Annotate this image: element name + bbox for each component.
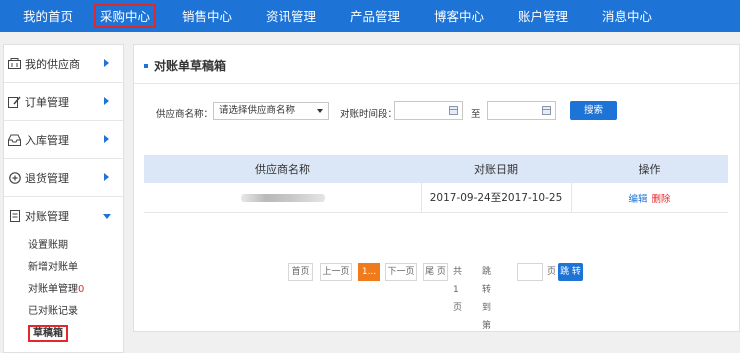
calendar-icon[interactable] [449,106,458,115]
page-number-input[interactable] [517,263,543,281]
sidebar-group-returns[interactable]: 退货管理 [4,159,123,197]
actions-cell: 编辑 删除 [571,183,728,212]
total-pages: 共1页 [453,267,463,313]
table-header: 供应商名称 对账日期 操作 [144,155,728,183]
nav-item-blog[interactable]: 博客中心 [428,4,490,28]
redacted-supplier-name [240,193,325,202]
date-range-cell: 2017-09-24至2017-10-25 [429,192,563,204]
nav-item-purchasing[interactable]: 采购中心 [94,4,156,28]
document-icon [8,210,21,222]
nav-item-sales[interactable]: 销售中心 [176,4,238,28]
sidebar-group-label: 对账管理 [25,210,69,223]
sidebar-item-set-period[interactable]: 设置账期 [4,235,123,257]
column-header-date: 对账日期 [474,163,518,176]
edit-icon [8,96,21,108]
go-button[interactable]: 跳 转 [558,263,583,281]
chevron-right-icon [104,135,109,143]
start-date-input[interactable] [394,101,463,120]
end-date-input[interactable] [487,101,556,120]
nav-item-home[interactable]: 我的首页 [8,4,88,28]
last-page-button[interactable]: 尾 页 [423,263,448,281]
sidebar-item-statement-management[interactable]: 对账单管理0 [4,279,123,301]
sidebar-item-new-statement[interactable]: 新增对账单 [4,257,123,279]
sidebar-item-reconciled-records[interactable]: 已对账记录 [4,301,123,323]
delete-link[interactable]: 删除 [652,191,671,205]
return-icon [8,171,21,184]
calendar-icon[interactable] [542,106,551,115]
chevron-down-icon [103,214,111,219]
sidebar-group-label: 订单管理 [25,95,69,109]
period-label: 对账时间段： [340,109,398,120]
nav-item-news[interactable]: 资讯管理 [260,4,322,28]
count-badge: 0 [78,284,85,295]
title-marker [144,63,148,68]
edit-link[interactable]: 编辑 [628,191,647,205]
current-page-button[interactable]: 1... [358,263,380,281]
supplier-select[interactable]: 请选择供应商名称 [213,102,329,120]
sidebar-group-orders[interactable]: 订单管理 [4,83,123,121]
building-icon [8,58,21,70]
table-row: 2017-09-24至2017-10-25 编辑 删除 [144,183,728,213]
first-page-button[interactable]: 首页 [288,263,313,281]
nav-item-products[interactable]: 产品管理 [344,4,406,28]
chevron-right-icon [104,173,109,181]
sidebar-group-label: 入库管理 [25,133,69,147]
sidebar-group-label: 退货管理 [25,171,69,185]
divider [134,83,739,84]
inbox-icon [8,134,21,146]
sidebar-item-drafts[interactable]: 草稿箱 [4,323,123,345]
chevron-right-icon [104,59,109,67]
search-button[interactable]: 搜索 [570,101,617,120]
jump-label: 跳转到第 [482,267,492,331]
sidebar-group-reconciliation[interactable]: 对账管理 [4,197,123,235]
sidebar-group-label: 我的供应商 [25,57,80,71]
main-panel: 对账单草稿箱 供应商名称： 请选择供应商名称 对账时间段： 至 搜索 供应商名称… [133,44,740,332]
sidebar: 我的供应商 订单管理 入库管理 退货管理 对账管理 设置账期 新增对账单 对账单… [3,44,124,353]
caret-down-icon [317,109,323,113]
chevron-right-icon [104,97,109,105]
prev-page-button[interactable]: 上一页 [320,263,352,281]
to-label: 至 [471,109,481,120]
column-header-actions: 操作 [638,163,661,176]
sidebar-group-suppliers[interactable]: 我的供应商 [4,45,123,83]
supplier-label: 供应商名称： [156,109,214,120]
column-header-supplier: 供应商名称 [255,163,310,176]
page-title: 对账单草稿箱 [144,57,226,74]
page-suffix: 页 [547,267,557,277]
nav-item-account[interactable]: 账户管理 [512,4,574,28]
next-page-button[interactable]: 下一页 [385,263,417,281]
nav-item-messages[interactable]: 消息中心 [596,4,658,28]
top-nav: 我的首页 采购中心 销售中心 资讯管理 产品管理 博客中心 账户管理 消息中心 [0,0,740,32]
sidebar-group-inbound[interactable]: 入库管理 [4,121,123,159]
supplier-name-cell [144,183,421,212]
